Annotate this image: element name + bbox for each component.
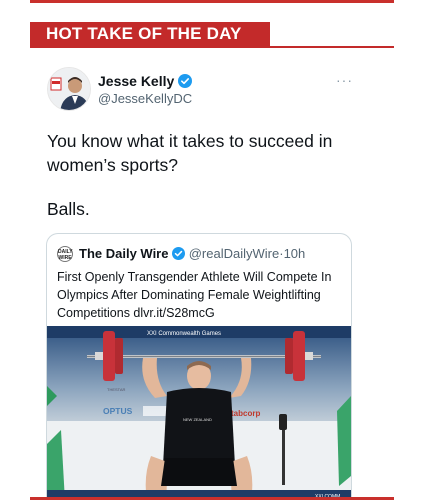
daily-wire-logo: DAILY WIRE bbox=[57, 246, 73, 262]
quoted-time: 10h bbox=[283, 246, 306, 261]
quoted-tweet-card[interactable]: DAILY WIRE The Daily Wire @realDailyWire… bbox=[46, 233, 352, 500]
section-banner: HOT TAKE OF THE DAY bbox=[30, 22, 270, 46]
tweet-text-line: You know what it takes to succeed in wom… bbox=[47, 131, 333, 175]
quoted-tweet-header: The Daily Wire @realDailyWire·10h bbox=[79, 246, 305, 261]
sponsor-1: OPTUS bbox=[103, 406, 133, 416]
side-text: THESTAR bbox=[107, 387, 125, 392]
author-name[interactable]: Jesse Kelly bbox=[98, 73, 193, 91]
photo-banner-text: XXI Commonwealth Games bbox=[147, 331, 221, 337]
more-horizontal-icon[interactable]: ··· bbox=[336, 72, 353, 88]
verified-badge-icon bbox=[172, 246, 186, 261]
shirt-text: NEW ZEALAND bbox=[183, 417, 212, 422]
avatar[interactable] bbox=[47, 67, 91, 111]
author-name-text: Jesse Kelly bbox=[98, 73, 175, 89]
top-divider bbox=[30, 0, 394, 3]
sponsor-2: tabcorp bbox=[231, 409, 260, 418]
quoted-tweet-photo[interactable]: XXI Commonwealth Games THESTAR OPTUS tab… bbox=[47, 326, 351, 500]
author-handle[interactable]: @JesseKellyDC bbox=[98, 91, 192, 106]
tweet-text-line: Balls. bbox=[47, 199, 90, 219]
tweet-text: You know what it takes to succeed in wom… bbox=[47, 129, 377, 221]
quoted-author-name: The Daily Wire bbox=[79, 246, 169, 261]
banner-title: HOT TAKE OF THE DAY bbox=[46, 24, 242, 43]
quoted-tweet-text: First Openly Transgender Athlete Will Co… bbox=[57, 270, 332, 320]
verified-badge-icon bbox=[178, 74, 193, 91]
quoted-author-handle: @realDailyWire bbox=[188, 246, 280, 261]
banner-divider bbox=[30, 46, 394, 48]
